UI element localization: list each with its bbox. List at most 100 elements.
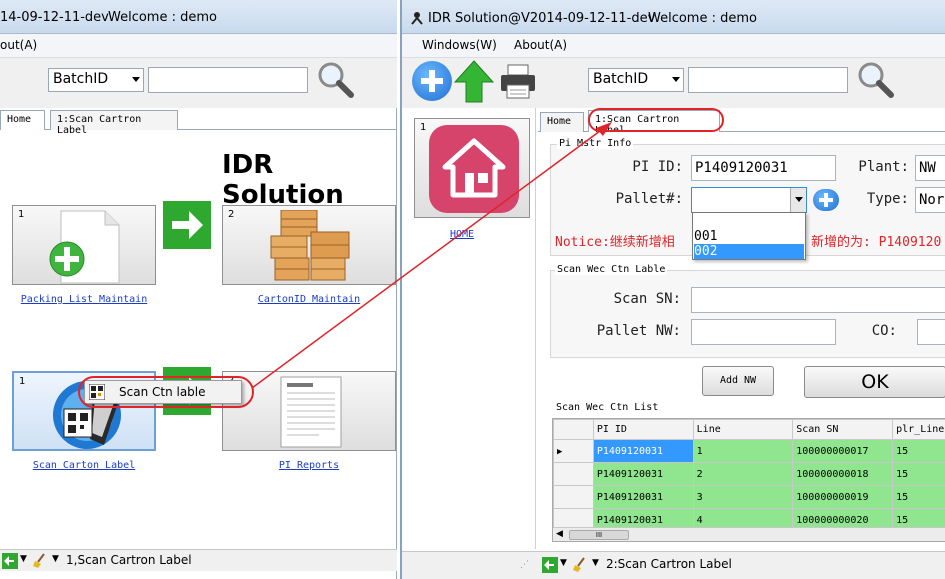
annotation-highlight-tab xyxy=(588,108,724,132)
scan-sn-field[interactable] xyxy=(691,287,945,313)
right-window-title: IDR Solution@V2014-09-12-11-dev xyxy=(428,11,656,26)
chevron-down-icon xyxy=(795,197,803,202)
right-search-input[interactable] xyxy=(688,67,848,93)
table-cell[interactable]: 100000000018 xyxy=(792,462,894,486)
search-icon[interactable] xyxy=(314,58,356,100)
dropdown-arrow-icon[interactable]: ▼ xyxy=(560,558,567,568)
column-header-line[interactable]: Line xyxy=(692,419,794,440)
type-field[interactable]: Norm xyxy=(915,187,945,213)
pallet-dropdown-button[interactable] xyxy=(790,188,806,212)
report-document-icon xyxy=(280,376,342,448)
back-arrow-icon[interactable] xyxy=(542,557,558,573)
pallet-option[interactable]: 001 xyxy=(694,230,804,244)
dropdown-arrow-icon[interactable]: ▼ xyxy=(20,554,27,564)
plus-icon xyxy=(421,70,443,92)
home-tile-link[interactable]: HOME xyxy=(414,229,510,240)
table-cell[interactable]: 15 xyxy=(892,439,945,463)
arrow-right-icon xyxy=(163,201,211,249)
right-nav-panel: 1 HOME xyxy=(402,108,536,549)
pi-id-field[interactable]: P1409120031 xyxy=(691,155,836,181)
table-header-row: PI ID Line Scan SN plr_Line xyxy=(553,419,945,440)
table-cell[interactable]: P1409120031 xyxy=(592,485,694,509)
printer-icon[interactable] xyxy=(498,64,538,100)
left-window-title: 14-09-12-11-dev xyxy=(0,10,109,25)
tile-number: 1 xyxy=(18,209,25,220)
column-header-pi-id[interactable]: PI ID xyxy=(592,419,694,440)
table-cell[interactable]: 100000000017 xyxy=(792,439,894,463)
tile-cartonid-maintain[interactable]: 2 xyxy=(222,205,396,285)
table-cell[interactable]: P1409120031 xyxy=(592,462,694,486)
left-search-field-select[interactable]: BatchID xyxy=(48,68,144,92)
tab-home[interactable]: Home xyxy=(0,110,45,130)
table-row[interactable]: ▶ P1409120031 1 100000000017 15 xyxy=(553,439,945,463)
scrollbar-thumb[interactable]: III xyxy=(569,530,629,540)
pi-id-label: PI ID: xyxy=(632,159,683,175)
co-field[interactable] xyxy=(917,319,945,345)
resize-grip-icon[interactable]: ⋰ xyxy=(520,560,529,570)
home-tile[interactable]: 1 xyxy=(414,118,530,218)
pallet-option-selected[interactable]: 002 xyxy=(694,244,804,259)
row-selector[interactable] xyxy=(553,462,594,486)
right-window: IDR Solution@V2014-09-12-11-dev Welcome … xyxy=(400,0,945,579)
left-menu-about[interactable]: out(A) xyxy=(0,38,37,52)
upload-arrow-icon[interactable] xyxy=(454,60,494,104)
annotation-highlight-context-menu xyxy=(78,376,254,408)
add-pallet-button[interactable] xyxy=(813,189,839,211)
left-window: 14-09-12-11-dev Welcome : demo out(A) Ba… xyxy=(0,0,397,579)
add-nw-button[interactable]: Add NW xyxy=(702,366,774,396)
row-selector[interactable]: ▶ xyxy=(553,439,594,463)
tile-number: 1 xyxy=(19,376,26,387)
menu-windows[interactable]: Windows(W) xyxy=(422,38,497,52)
table-cell[interactable]: 15 xyxy=(892,485,945,509)
tab-home[interactable]: Home xyxy=(540,112,584,132)
left-statusbar: ▼ ▼ 1,Scan Cartron Label xyxy=(0,549,397,571)
table-row[interactable]: P1409120031 2 100000000018 15 xyxy=(553,462,945,486)
add-button[interactable] xyxy=(412,61,452,101)
left-menubar: out(A) xyxy=(0,34,397,58)
left-status-text: 1,Scan Cartron Label xyxy=(66,553,192,567)
current-row-arrow-icon: ▶ xyxy=(557,446,563,457)
right-search-field-select[interactable]: BatchID xyxy=(588,68,684,92)
column-header-scan-sn[interactable]: Scan SN xyxy=(792,419,894,440)
app-logo-icon xyxy=(411,12,423,25)
right-titlebar: IDR Solution@V2014-09-12-11-dev Welcome … xyxy=(402,0,945,34)
document-add-icon xyxy=(49,210,120,284)
ok-button[interactable]: OK xyxy=(804,366,945,398)
row-selector[interactable] xyxy=(553,485,594,509)
pallet-label: Pallet#: xyxy=(615,191,683,207)
dropdown-arrow-icon[interactable]: ▼ xyxy=(592,558,599,568)
left-search-input[interactable] xyxy=(148,67,308,93)
tile-link-cartonid-maintain[interactable]: CartonID Maintain xyxy=(222,294,396,305)
table-cell[interactable]: P1409120031 xyxy=(592,439,694,463)
table-cell[interactable]: 1 xyxy=(692,439,794,463)
table-cell[interactable]: 100000000019 xyxy=(792,485,894,509)
table-cell[interactable]: 2 xyxy=(692,462,794,486)
pallet-nw-field[interactable] xyxy=(691,319,836,345)
column-header-plr-line[interactable]: plr_Line xyxy=(892,419,945,440)
pallet-select[interactable] xyxy=(691,187,807,213)
menu-about[interactable]: About(A) xyxy=(514,38,567,52)
row-header-corner xyxy=(553,419,594,440)
broom-icon[interactable] xyxy=(572,557,588,573)
tab-scan-cartron-label[interactable]: 1:Scan Cartron Label xyxy=(50,110,178,136)
tile-packing-list-maintain[interactable]: 1 xyxy=(12,205,156,285)
search-icon[interactable] xyxy=(854,58,896,100)
tile-link-packing-list-maintain[interactable]: Packing List Maintain xyxy=(12,294,156,305)
left-welcome-text: Welcome : demo xyxy=(108,10,217,25)
plant-label: Plant: xyxy=(858,159,909,175)
scroll-left-icon[interactable]: ◀ xyxy=(556,529,563,539)
table-row[interactable]: P1409120031 3 100000000019 15 xyxy=(553,485,945,509)
dropdown-arrow-icon[interactable]: ▼ xyxy=(52,554,59,564)
table-cell[interactable]: 3 xyxy=(692,485,794,509)
tile-number: 2 xyxy=(228,209,235,220)
chevron-down-icon xyxy=(132,77,140,82)
tile-link-pi-reports[interactable]: PI Reports xyxy=(222,460,396,471)
tile-link-scan-carton-label[interactable]: Scan Carton Label xyxy=(12,460,156,471)
pallet-dropdown-list: 001 002 xyxy=(692,212,806,260)
pallet-nw-label: Pallet NW: xyxy=(596,323,681,339)
broom-icon[interactable] xyxy=(32,553,48,569)
back-arrow-icon[interactable] xyxy=(2,553,18,569)
horizontal-scrollbar[interactable]: ◀ III xyxy=(553,527,945,541)
table-cell[interactable]: 15 xyxy=(892,462,945,486)
plant-field[interactable]: NW xyxy=(915,155,945,181)
